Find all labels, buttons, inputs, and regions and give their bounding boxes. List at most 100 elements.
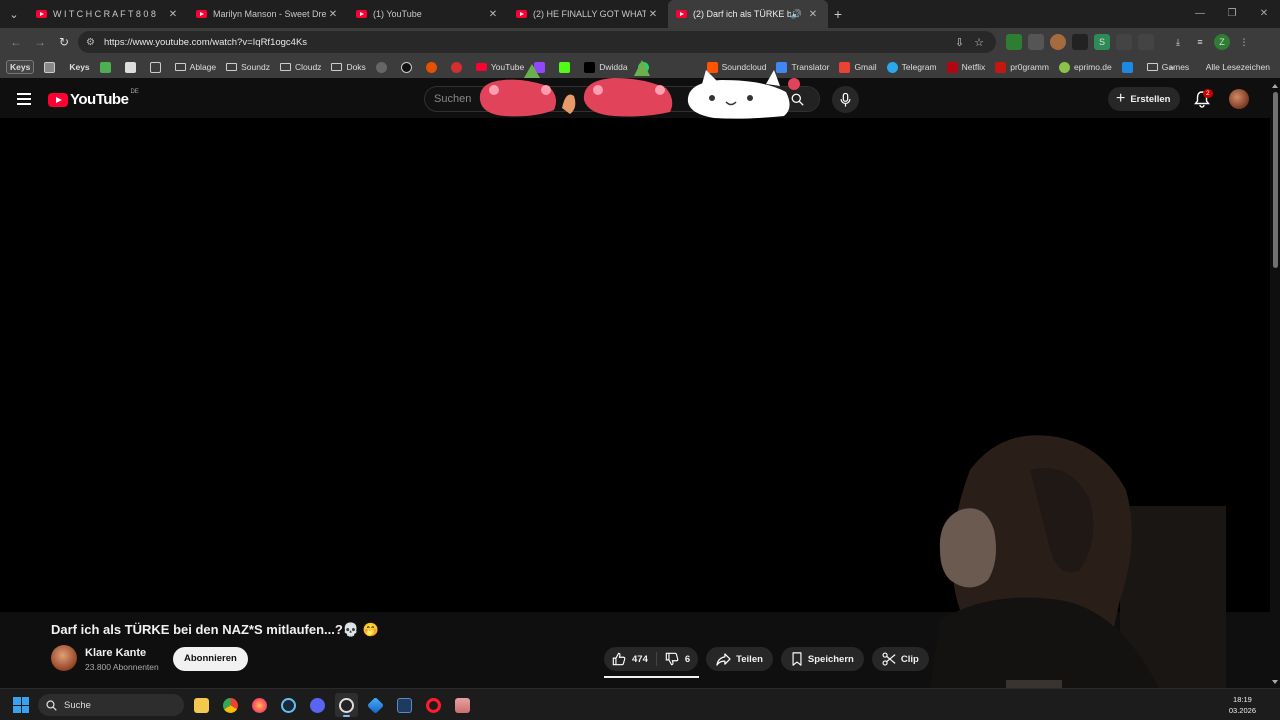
- tab-witchcraft[interactable]: W I T C H C R A F T 8 0 8 ✕: [28, 0, 188, 28]
- windows-start-icon[interactable]: [13, 697, 29, 713]
- file-explorer-icon[interactable]: [190, 693, 213, 717]
- bookmark-threads[interactable]: [400, 61, 416, 73]
- tab-close-icon[interactable]: ✕: [806, 9, 820, 20]
- chrome-icon[interactable]: [219, 693, 242, 717]
- forward-icon[interactable]: →: [28, 35, 52, 49]
- channel-name[interactable]: Klare Kante: [85, 647, 146, 659]
- tab-close-icon[interactable]: ✕: [166, 9, 180, 20]
- youtube-logo[interactable]: YouTube DE: [48, 89, 139, 108]
- clip-button[interactable]: Clip: [871, 647, 929, 671]
- bookmark-keys[interactable]: Keys: [69, 62, 89, 72]
- bookmark-eprimo[interactable]: eprimo.de: [1058, 61, 1112, 73]
- gmail-icon: [839, 61, 851, 73]
- save-button[interactable]: Speichern: [780, 647, 864, 671]
- bookmark-orange[interactable]: [425, 61, 441, 73]
- bookmark-keys-badge[interactable]: Keys: [6, 60, 35, 74]
- tab-search-icon[interactable]: ⌄: [0, 0, 28, 28]
- like-button[interactable]: 474: [604, 647, 656, 671]
- face-extension-icon[interactable]: [1050, 34, 1066, 50]
- tab-marilyn-manson[interactable]: Marilyn Manson - Sweet Dream ✕: [188, 0, 348, 28]
- scroll-up-icon[interactable]: [1272, 84, 1278, 88]
- notification-badge: 2: [1203, 89, 1213, 98]
- bookmark-games[interactable]: Games: [1146, 62, 1189, 72]
- subscribe-button[interactable]: Abonnieren: [173, 647, 248, 671]
- bookmark-circle[interactable]: [375, 61, 391, 73]
- extensions-row: S ⤓ ≡ Z ⋮: [1006, 28, 1252, 56]
- download-icon[interactable]: ⤓: [1170, 34, 1186, 50]
- bookmark-gmail[interactable]: Gmail: [839, 61, 877, 73]
- folder-icon: [194, 697, 209, 713]
- bookmark-soundz[interactable]: Soundz: [226, 62, 270, 72]
- create-button[interactable]: + Erstellen: [1108, 87, 1181, 111]
- tab-close-icon[interactable]: ✕: [326, 9, 340, 20]
- scrollbar-thumb[interactable]: [1273, 92, 1278, 268]
- bookmark-label: Gmail: [854, 62, 877, 72]
- opera-icon[interactable]: [422, 693, 445, 717]
- install-app-icon[interactable]: ⇩: [955, 36, 964, 49]
- bookmark-pr0gramm[interactable]: pr0gramm: [995, 61, 1049, 73]
- discord-icon[interactable]: [306, 693, 329, 717]
- new-tab-button[interactable]: +: [828, 6, 848, 22]
- menu-icon[interactable]: [17, 93, 31, 108]
- firefox-icon[interactable]: [248, 693, 271, 717]
- shield-extension-icon[interactable]: [1006, 34, 1022, 50]
- voice-search-button[interactable]: [832, 86, 859, 113]
- tab-close-icon[interactable]: ✕: [646, 9, 660, 20]
- like-dislike-group: 474 6: [604, 647, 699, 671]
- bookmark-white[interactable]: [124, 61, 140, 73]
- bookmark-cloudz[interactable]: Cloudz: [279, 62, 321, 72]
- speaker-icon[interactable]: 🔊: [791, 9, 802, 20]
- folder-icon: [331, 63, 343, 71]
- bookmark-green[interactable]: [99, 61, 115, 73]
- tab-close-icon[interactable]: ✕: [486, 9, 500, 20]
- all-bookmarks-label: Alle Lesezeichen: [1205, 62, 1270, 72]
- reading-list-icon[interactable]: ≡: [1192, 34, 1208, 50]
- tab-active-video[interactable]: (2) Darf ich als TÜRKE bei d 🔊 ✕: [668, 0, 828, 28]
- bookmark-telegram[interactable]: Telegram: [886, 61, 937, 73]
- bookmark-ablage[interactable]: Ablage: [174, 62, 216, 72]
- tab-he-finally[interactable]: (2) HE FINALLY GOT WHAT HE D ✕: [508, 0, 668, 28]
- back-icon[interactable]: ←: [4, 35, 28, 49]
- profile-avatar-icon[interactable]: Z: [1214, 34, 1230, 50]
- bookmark-netflix[interactable]: Netflix: [946, 61, 986, 73]
- dark-extension-icon[interactable]: [1072, 34, 1088, 50]
- tab-youtube-home[interactable]: (1) YouTube ✕: [348, 0, 508, 28]
- share-button[interactable]: Teilen: [706, 647, 773, 671]
- maximize-icon[interactable]: ❐: [1216, 0, 1248, 28]
- close-window-icon[interactable]: ✕: [1248, 0, 1280, 28]
- browser-tab-strip: ⌄ W I T C H C R A F T 8 0 8 ✕ Marilyn Ma…: [0, 0, 1280, 28]
- box-extension-icon[interactable]: [1028, 34, 1044, 50]
- page-scrollbar[interactable]: [1270, 80, 1280, 688]
- bookmarks-overflow-icon[interactable]: »: [1169, 62, 1174, 72]
- taskbar-search[interactable]: Suche: [38, 694, 184, 716]
- bookmark-doks[interactable]: Doks: [331, 62, 366, 72]
- obs-icon[interactable]: [335, 693, 358, 717]
- minimize-icon[interactable]: —: [1184, 0, 1216, 28]
- steam-icon[interactable]: [277, 693, 300, 717]
- account-avatar[interactable]: [1229, 89, 1249, 109]
- car-extension-icon[interactable]: [1116, 34, 1132, 50]
- site-info-icon[interactable]: ⚙: [86, 37, 100, 48]
- puzzle-extensions-icon[interactable]: [1138, 34, 1154, 50]
- bookmark-y[interactable]: [450, 61, 466, 73]
- bookmark-square[interactable]: [44, 61, 59, 73]
- bookmark-star-icon[interactable]: ☆: [974, 36, 984, 49]
- s-extension-icon[interactable]: S: [1094, 34, 1110, 50]
- channel-avatar[interactable]: [51, 645, 77, 671]
- all-bookmarks[interactable]: Alle Lesezeichen: [1206, 62, 1270, 72]
- bookmark-label: Netflix: [961, 62, 986, 72]
- dislike-button[interactable]: 6: [657, 647, 698, 671]
- browser-menu-icon[interactable]: ⋮: [1236, 34, 1252, 50]
- system-clock[interactable]: 18:19 03.2026: [1229, 694, 1256, 716]
- blue-app-icon[interactable]: [364, 693, 387, 717]
- scroll-down-icon[interactable]: [1272, 680, 1278, 684]
- video-title: Darf ich als TÜRKE bei den NAZ*S mitlauf…: [51, 622, 379, 637]
- image-app-icon[interactable]: [451, 693, 474, 717]
- like-bar-underline: [604, 676, 699, 678]
- subscriber-count: 23.800 Abonnenten: [85, 662, 159, 672]
- bookmark-grid[interactable]: [149, 61, 165, 73]
- like-count: 474: [632, 653, 648, 665]
- bookmark-blue[interactable]: [1121, 61, 1137, 73]
- reload-icon[interactable]: ↻: [52, 35, 76, 49]
- audio-app-icon[interactable]: [393, 693, 416, 717]
